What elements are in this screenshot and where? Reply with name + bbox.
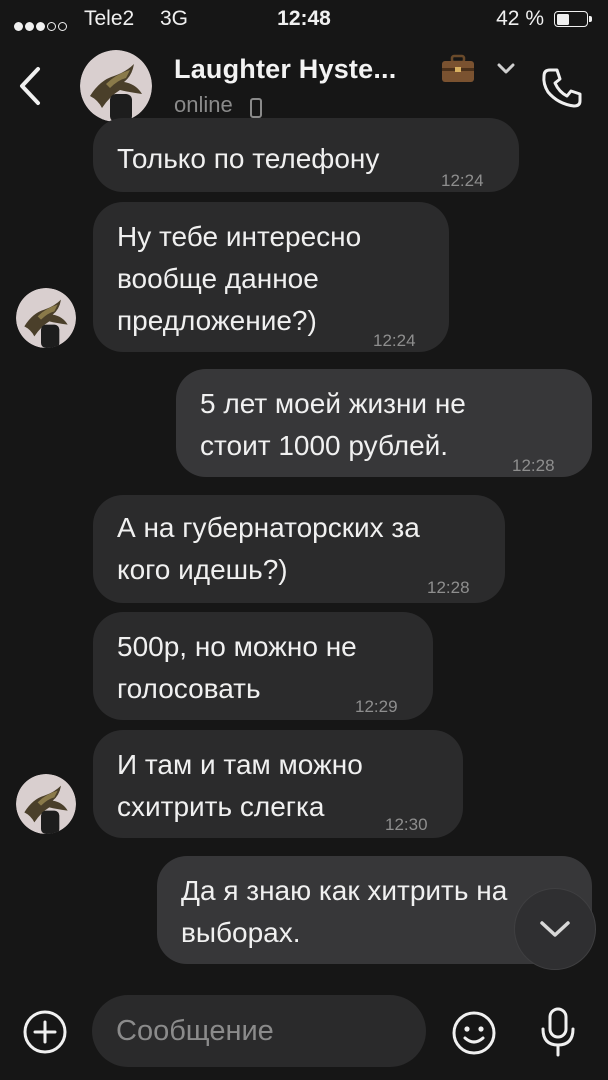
message-time: 12:24 <box>373 331 416 350</box>
briefcase-icon <box>442 54 474 82</box>
message-text: схитрить слегка <box>117 791 325 822</box>
emoji-icon <box>452 1011 496 1055</box>
message-bubble-incoming[interactable]: 500р, но можно не голосовать 12:29 <box>93 612 433 720</box>
call-button[interactable] <box>536 62 588 114</box>
message-text: Только по телефону <box>117 143 380 174</box>
battery-percent: 42 % <box>496 7 544 30</box>
battery-icon <box>554 11 594 29</box>
message-bubble-incoming[interactable]: А на губернаторских за кого идешь?) 12:2… <box>93 495 505 603</box>
message-text: голосовать <box>117 673 261 704</box>
message-time: 12:29 <box>355 697 398 716</box>
message-time: 12:28 <box>427 578 470 597</box>
message-time: 12:30 <box>385 815 428 834</box>
emoji-button[interactable] <box>450 1009 498 1057</box>
message-text: выборах. <box>181 917 301 948</box>
message-text: А на губернаторских за <box>117 512 420 543</box>
device-icon <box>250 98 262 118</box>
message-text: Ну тебе интересно <box>117 221 362 252</box>
message-bubble-outgoing[interactable]: 5 лет моей жизни не стоит 1000 рублей. 1… <box>176 369 592 477</box>
message-text: стоит 1000 рублей. <box>200 430 449 461</box>
message-avatar[interactable] <box>16 288 76 348</box>
message-text: предложение?) <box>117 305 317 336</box>
phone-icon <box>542 68 582 108</box>
scroll-down-button[interactable] <box>514 888 596 970</box>
chat-screen: Tele2 3G 12:48 42 % Laughter Hyste... on… <box>0 0 608 1080</box>
status-bar: Tele2 3G 12:48 42 % <box>0 0 608 40</box>
contact-status: online <box>174 92 233 117</box>
microphone-icon <box>541 1007 575 1057</box>
chevron-down-icon[interactable] <box>494 60 518 78</box>
contact-avatar[interactable] <box>80 50 152 122</box>
message-text: 500р, но можно не <box>117 631 357 662</box>
plus-icon <box>23 1010 67 1054</box>
message-bubble-incoming[interactable]: Ну тебе интересно вообще данное предложе… <box>93 202 449 352</box>
message-text: Да я знаю как хитрить на <box>181 875 508 906</box>
message-text: кого идешь?) <box>117 554 288 585</box>
chevron-down-icon <box>540 921 570 937</box>
message-bubble-incoming[interactable]: И там и там можно схитрить слегка 12:30 <box>93 730 463 838</box>
message-time: 12:28 <box>512 456 555 475</box>
message-bubble-incoming[interactable]: Только по телефону 12:24 <box>93 118 519 192</box>
attach-button[interactable] <box>22 1009 68 1055</box>
message-time: 12:24 <box>441 171 484 190</box>
message-input-bar <box>0 985 608 1080</box>
back-icon <box>20 67 40 105</box>
back-button[interactable] <box>10 64 50 108</box>
message-input[interactable] <box>92 995 426 1067</box>
voice-message-button[interactable] <box>536 1005 580 1059</box>
message-text: 5 лет моей жизни не <box>200 388 466 419</box>
message-text: вообще данное <box>117 263 319 294</box>
message-avatar[interactable] <box>16 774 76 834</box>
message-text: И там и там можно <box>117 749 363 780</box>
contact-name[interactable]: Laughter Hyste... <box>174 54 396 85</box>
